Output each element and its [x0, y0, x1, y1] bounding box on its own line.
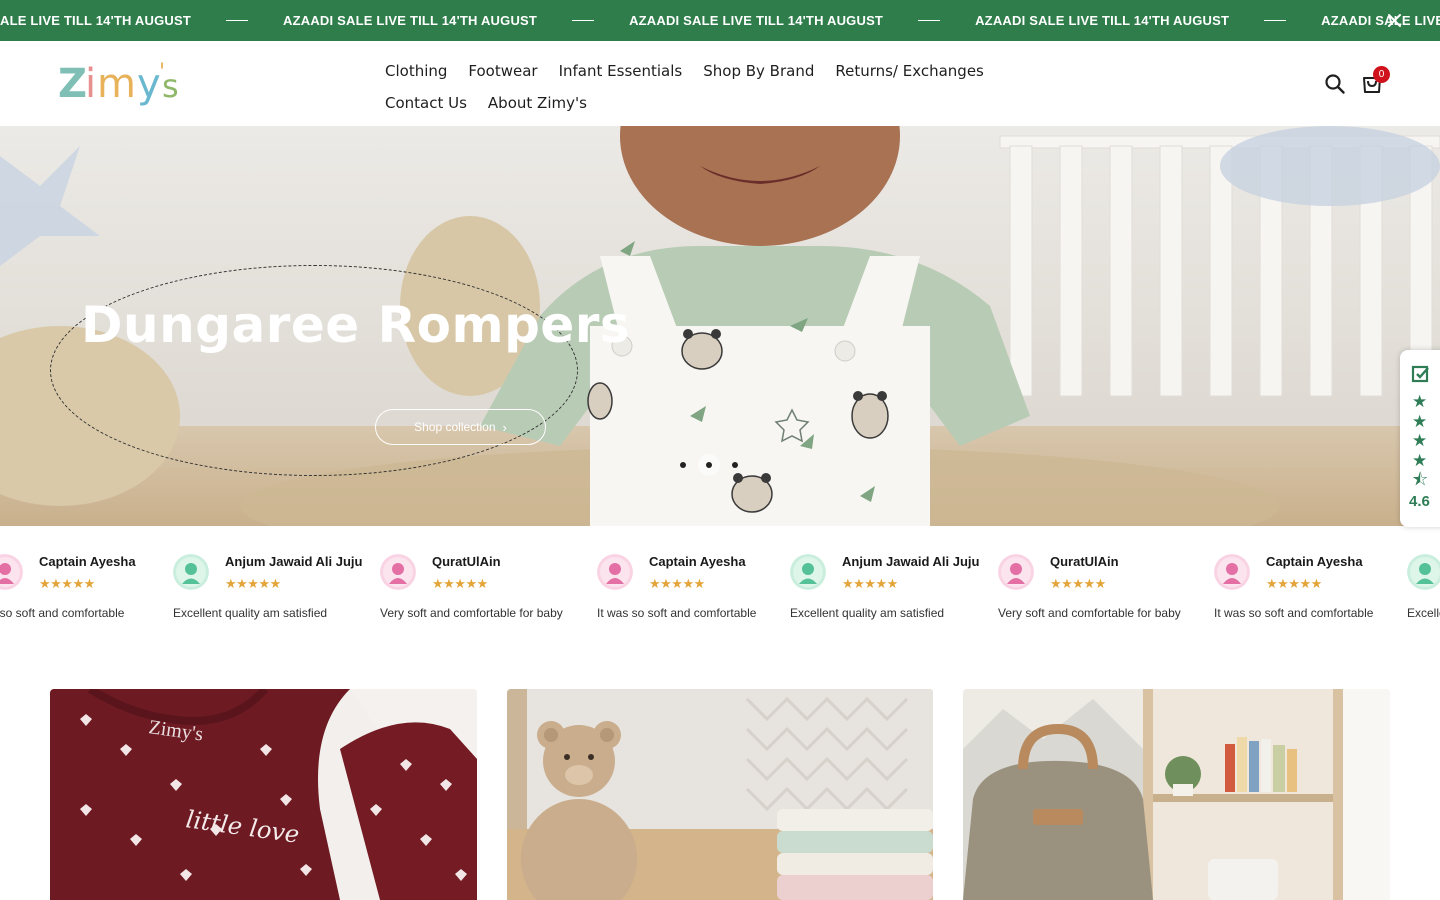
reviewer-name: Anjum Jawaid Ali Juju [842, 554, 980, 569]
review-stars: ★★★★★ [39, 576, 95, 591]
review-text: Very soft and comfortable for baby [380, 606, 563, 620]
announcement-item: AZAADI SALE LIVE TILL 14'TH AUGUST [1321, 13, 1440, 28]
main-nav: Clothing Footwear Infant Essentials Shop… [385, 55, 1025, 119]
hero-banner: Dungaree Rompers Shop collection › [0, 126, 1440, 526]
verified-badge-icon [1411, 365, 1429, 383]
nav-shop-by-brand[interactable]: Shop By Brand [703, 55, 814, 87]
nav-about[interactable]: About Zimy's [488, 87, 587, 119]
male-avatar [173, 554, 209, 590]
female-avatar [0, 554, 23, 590]
slide-dot-2[interactable] [698, 454, 720, 476]
star-icon: ★ [1412, 450, 1428, 470]
svg-text:Z: Z [58, 61, 87, 107]
cart-count-badge: 0 [1373, 66, 1390, 83]
slide-dot-1[interactable] [680, 462, 686, 468]
card-image [963, 689, 1390, 900]
review-text: Excellent quality am satisfied [1407, 606, 1440, 620]
reviewer-name: Anjum Jawaid Ali Juju [225, 554, 363, 569]
announcement-item: AZAADI SALE LIVE TILL 14'TH AUGUST [283, 13, 629, 28]
announcement-item: AZAADI SALE LIVE TILL 14'TH AUGUST [975, 13, 1321, 28]
review-stars: ★★★★★ [842, 576, 898, 591]
shop-collection-label: Shop collection [414, 420, 496, 434]
announcement-item: AZAADI SALE LIVE TILL 14'TH AUGUST [629, 13, 975, 28]
review-text: Very soft and comfortable for baby [998, 606, 1181, 620]
star-icon: ★ [1412, 411, 1428, 431]
cart-icon[interactable]: 0 [1361, 66, 1390, 100]
nav-footwear[interactable]: Footwear [468, 55, 537, 87]
slider-dots [680, 454, 750, 476]
announcement-marquee: AZAADI SALE LIVE TILL 14'TH AUGUST AZAAD… [0, 0, 1440, 41]
review-text: It was so soft and comfortable [597, 606, 757, 620]
reviews-strip: Captain Ayesha ★★★★★ It was so soft and … [0, 526, 1440, 636]
reviewer-name: Captain Ayesha [1266, 554, 1363, 569]
review-stars: ★★★★★ [1266, 576, 1322, 591]
male-avatar [790, 554, 826, 590]
star-icon: ★ [1412, 392, 1428, 411]
female-avatar [597, 554, 633, 590]
category-card-clothing[interactable]: Zimy's little love [50, 689, 477, 900]
rating-stars: ★ ★ ★ ★ ⯪ [1412, 392, 1428, 490]
review-text: Excellent quality am satisfied [173, 606, 328, 620]
category-card-infant-essentials[interactable] [507, 689, 933, 900]
announcement-item: AZAADI SALE LIVE TILL 14'TH AUGUST [0, 13, 283, 28]
close-icon[interactable] [1385, 11, 1404, 30]
review-text: Excellent quality am satisfied [790, 606, 945, 620]
review-stars: ★★★★★ [432, 576, 488, 591]
male-avatar [1407, 554, 1440, 590]
hero-title: Dungaree Rompers [81, 296, 631, 354]
chevron-right-icon: › [502, 419, 507, 435]
rating-widget[interactable]: ★ ★ ★ ★ ⯪ 4.6 [1400, 350, 1440, 527]
female-avatar [380, 554, 416, 590]
category-card-accessories[interactable] [963, 689, 1390, 900]
search-icon[interactable] [1324, 73, 1346, 100]
review-card: Excellent quality am satisfied [1407, 554, 1440, 636]
reviewer-name: QuratUlAin [1050, 554, 1119, 569]
card-image [507, 689, 933, 900]
nav-returns-exchanges[interactable]: Returns/ Exchanges [835, 55, 984, 87]
review-stars: ★★★★★ [649, 576, 705, 591]
svg-text:s: s [162, 67, 179, 105]
half-star-icon: ⯪ [1412, 470, 1429, 489]
announcement-bar: AZAADI SALE LIVE TILL 14'TH AUGUST AZAAD… [0, 0, 1440, 41]
nav-infant-essentials[interactable]: Infant Essentials [559, 55, 683, 87]
svg-text:i: i [85, 61, 96, 107]
reviewer-name: Captain Ayesha [39, 554, 136, 569]
svg-text:y: y [137, 61, 161, 107]
review-stars: ★★★★★ [225, 576, 281, 591]
reviewer-name: Captain Ayesha [649, 554, 746, 569]
zimys-logo[interactable]: Z i m y ' s [58, 57, 180, 111]
svg-text:m: m [97, 61, 136, 107]
slide-dot-3[interactable] [732, 462, 738, 468]
review-stars: ★★★★★ [1050, 576, 1106, 591]
review-text: It was so soft and comfortable [1214, 606, 1374, 620]
review-text: It was so soft and comfortable [0, 606, 125, 620]
reviewer-name: QuratUlAin [432, 554, 501, 569]
nav-clothing[interactable]: Clothing [385, 55, 447, 87]
female-avatar [1214, 554, 1250, 590]
card-image: Zimy's little love [50, 689, 477, 900]
nav-contact-us[interactable]: Contact Us [385, 87, 467, 119]
rating-score: 4.6 [1409, 493, 1430, 510]
female-avatar [998, 554, 1034, 590]
site-header: Z i m y ' s Clothing Footwear Infant Ess… [0, 41, 1440, 126]
shop-collection-button[interactable]: Shop collection › [375, 409, 546, 445]
star-icon: ★ [1412, 431, 1428, 450]
